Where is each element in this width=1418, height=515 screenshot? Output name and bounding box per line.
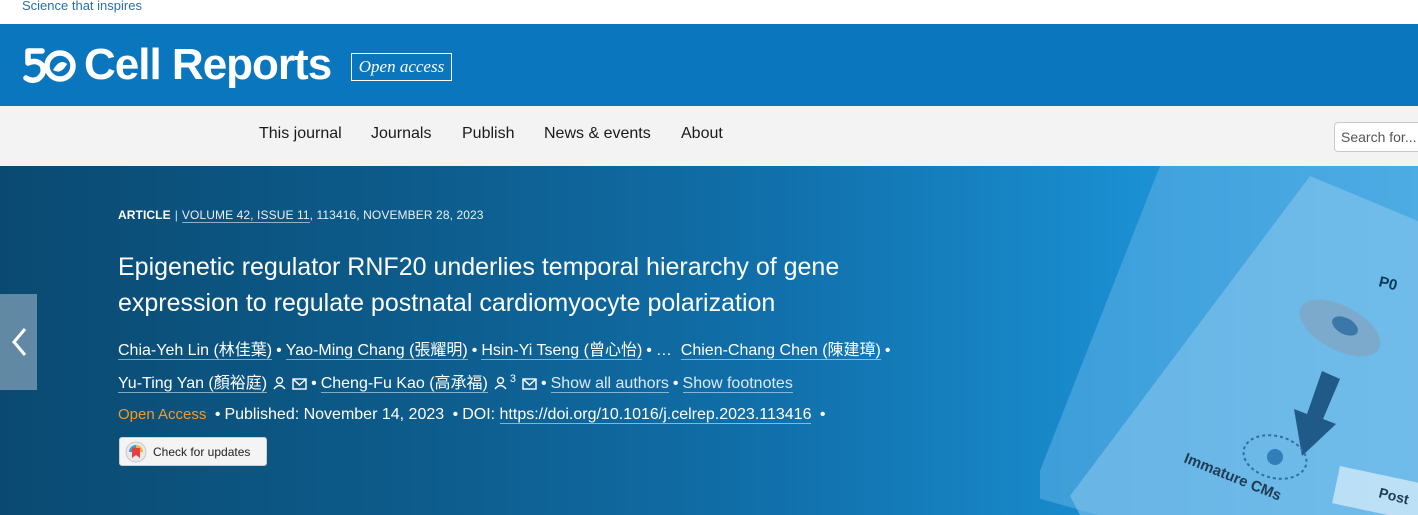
show-footnotes-link[interactable]: Show footnotes bbox=[682, 375, 793, 393]
tagline: Science that inspires bbox=[22, 0, 142, 13]
nav-journals[interactable]: Journals bbox=[371, 125, 431, 143]
check-for-updates-label: Check for updates bbox=[153, 444, 251, 459]
nav-news-events[interactable]: News & events bbox=[544, 125, 651, 143]
authors-ellipsis: … bbox=[655, 342, 672, 359]
nav-publish[interactable]: Publish bbox=[462, 125, 514, 143]
affiliation-superscript: 3 bbox=[509, 373, 516, 385]
check-for-updates-button[interactable]: Check for updates bbox=[119, 437, 267, 466]
user-icon[interactable] bbox=[273, 376, 286, 390]
article-hero: P0 Immature CMs Post ARTICLE | VOLUME 42, … bbox=[0, 166, 1418, 515]
nav-this-journal[interactable]: This journal bbox=[259, 125, 342, 143]
top-strip: Science that inspires bbox=[0, 0, 1418, 24]
author-link[interactable]: Yu-Ting Yan (顏裕庭) bbox=[118, 375, 268, 393]
author-link[interactable]: Yao-Ming Chang (張耀明) bbox=[285, 342, 468, 360]
doi-link[interactable]: https://doi.org/10.1016/j.celrep.2023.11… bbox=[499, 406, 812, 424]
article-number-date: , 113416, NOVEMBER 28, 2023 bbox=[309, 208, 484, 222]
article-meta: ARTICLE | VOLUME 42, ISSUE 11, 113416, NOV… bbox=[118, 208, 484, 223]
journal-name: Cell Reports bbox=[84, 40, 332, 89]
published-date: Published: November 14, 2023 bbox=[224, 406, 445, 423]
main-nav: This journal Journals Publish News & eve… bbox=[0, 106, 1418, 166]
open-access-label: Open Access bbox=[118, 406, 207, 423]
volume-issue-link[interactable]: VOLUME 42, ISSUE 11 bbox=[181, 208, 310, 223]
journal-logo[interactable]: Cell Reports bbox=[22, 40, 332, 90]
doi-label: DOI: bbox=[462, 406, 496, 423]
cell-50-logo-icon bbox=[23, 48, 76, 84]
author-link[interactable]: Hsin-Yi Tseng (曾心怡) bbox=[481, 342, 643, 360]
article-type: ARTICLE bbox=[118, 208, 171, 222]
previous-article-button[interactable] bbox=[0, 294, 37, 390]
show-all-authors-link[interactable]: Show all authors bbox=[550, 375, 669, 393]
crossmark-icon bbox=[125, 441, 147, 462]
author-link[interactable]: Chia-Yeh Lin (林佳葉) bbox=[118, 342, 273, 360]
author-list: Chia-Yeh Lin (林佳葉) • Yao-Ming Chang (張耀明) •… bbox=[118, 342, 891, 393]
chevron-left-icon bbox=[11, 328, 26, 356]
open-access-badge: Open access bbox=[351, 53, 452, 81]
nav-about[interactable]: About bbox=[681, 125, 723, 143]
article-title: Epigenetic regulator RNF20 underlies tem… bbox=[118, 253, 840, 317]
brand-header: Cell Reports Open access bbox=[0, 24, 1418, 106]
meta-separator: | bbox=[174, 208, 178, 222]
publication-info: Open Access • Published: November 14, 202… bbox=[118, 406, 826, 424]
graphical-abstract-figure: P0 Immature CMs Post bbox=[1040, 166, 1418, 515]
mail-icon[interactable] bbox=[292, 378, 307, 390]
mail-icon[interactable] bbox=[522, 378, 537, 390]
user-icon[interactable] bbox=[494, 376, 507, 390]
author-link[interactable]: Cheng-Fu Kao (高承福) bbox=[320, 375, 488, 393]
author-link[interactable]: Chien-Chang Chen (陳建璋) bbox=[680, 342, 881, 360]
search-input[interactable] bbox=[1334, 122, 1418, 152]
